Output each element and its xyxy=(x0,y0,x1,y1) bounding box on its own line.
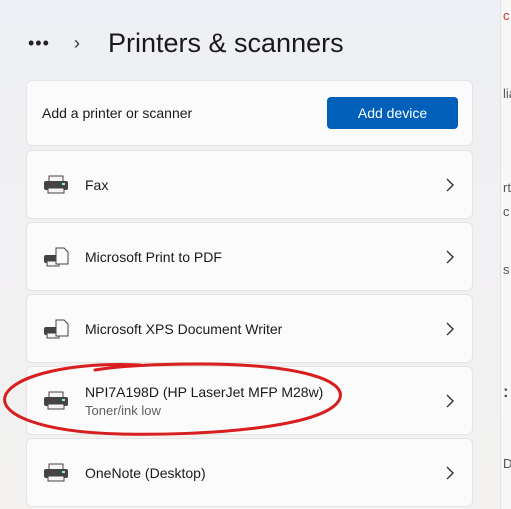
breadcrumb: ••• › Printers & scanners xyxy=(28,26,344,60)
add-printer-card: Add a printer or scanner Add device xyxy=(26,80,473,146)
chevron-right-icon xyxy=(446,466,454,479)
settings-main-panel: ••• › Printers & scanners Add a printer … xyxy=(0,0,500,509)
device-row-hp-laserjet[interactable]: NPI7A198D (HP LaserJet MFP M28w) Toner/i… xyxy=(26,366,473,435)
device-text: Fax xyxy=(85,177,108,193)
clipped-fragment: rt xyxy=(503,180,511,195)
device-row-fax[interactable]: Fax xyxy=(26,150,473,219)
add-printer-label: Add a printer or scanner xyxy=(42,105,193,121)
clipped-fragment: : F xyxy=(503,382,511,401)
device-text: Microsoft Print to PDF xyxy=(85,249,222,265)
device-name: Microsoft Print to PDF xyxy=(85,248,222,265)
fax-printer-icon xyxy=(44,175,68,193)
device-name: NPI7A198D (HP LaserJet MFP M28w) xyxy=(85,383,324,400)
printer-icon xyxy=(44,463,68,481)
virtual-printer-icon xyxy=(44,319,69,338)
add-device-button[interactable]: Add device xyxy=(327,97,458,129)
device-text: Microsoft XPS Document Writer xyxy=(85,321,282,337)
background-window-edge: c lia rt c s : F Dra xyxy=(500,0,511,509)
device-row-onenote[interactable]: OneNote (Desktop) xyxy=(26,438,473,507)
clipped-fragment: s xyxy=(503,262,510,277)
device-row-print-to-pdf[interactable]: Microsoft Print to PDF xyxy=(26,222,473,291)
page-title: Printers & scanners xyxy=(108,27,344,58)
virtual-printer-icon xyxy=(44,247,69,266)
device-text: NPI7A198D (HP LaserJet MFP M28w) Toner/i… xyxy=(85,384,323,418)
device-row-xps-writer[interactable]: Microsoft XPS Document Writer xyxy=(26,294,473,363)
clipped-fragment: c xyxy=(503,8,510,23)
chevron-right-icon xyxy=(446,322,454,335)
device-name: Fax xyxy=(85,176,109,193)
device-text: OneNote (Desktop) xyxy=(85,465,206,481)
chevron-right-icon xyxy=(446,394,454,407)
device-name: OneNote (Desktop) xyxy=(85,464,206,481)
chevron-right-icon xyxy=(446,250,454,263)
clipped-fragment: lia xyxy=(503,86,511,101)
clipped-fragment: Dra xyxy=(503,456,511,471)
device-status: Toner/ink low xyxy=(85,402,161,418)
chevron-right-icon xyxy=(446,178,454,191)
see-more-button[interactable]: ••• xyxy=(28,33,56,54)
breadcrumb-chevron-icon: › xyxy=(74,32,80,53)
device-name: Microsoft XPS Document Writer xyxy=(85,320,283,337)
clipped-fragment: c xyxy=(503,204,510,219)
printer-icon xyxy=(44,391,68,409)
